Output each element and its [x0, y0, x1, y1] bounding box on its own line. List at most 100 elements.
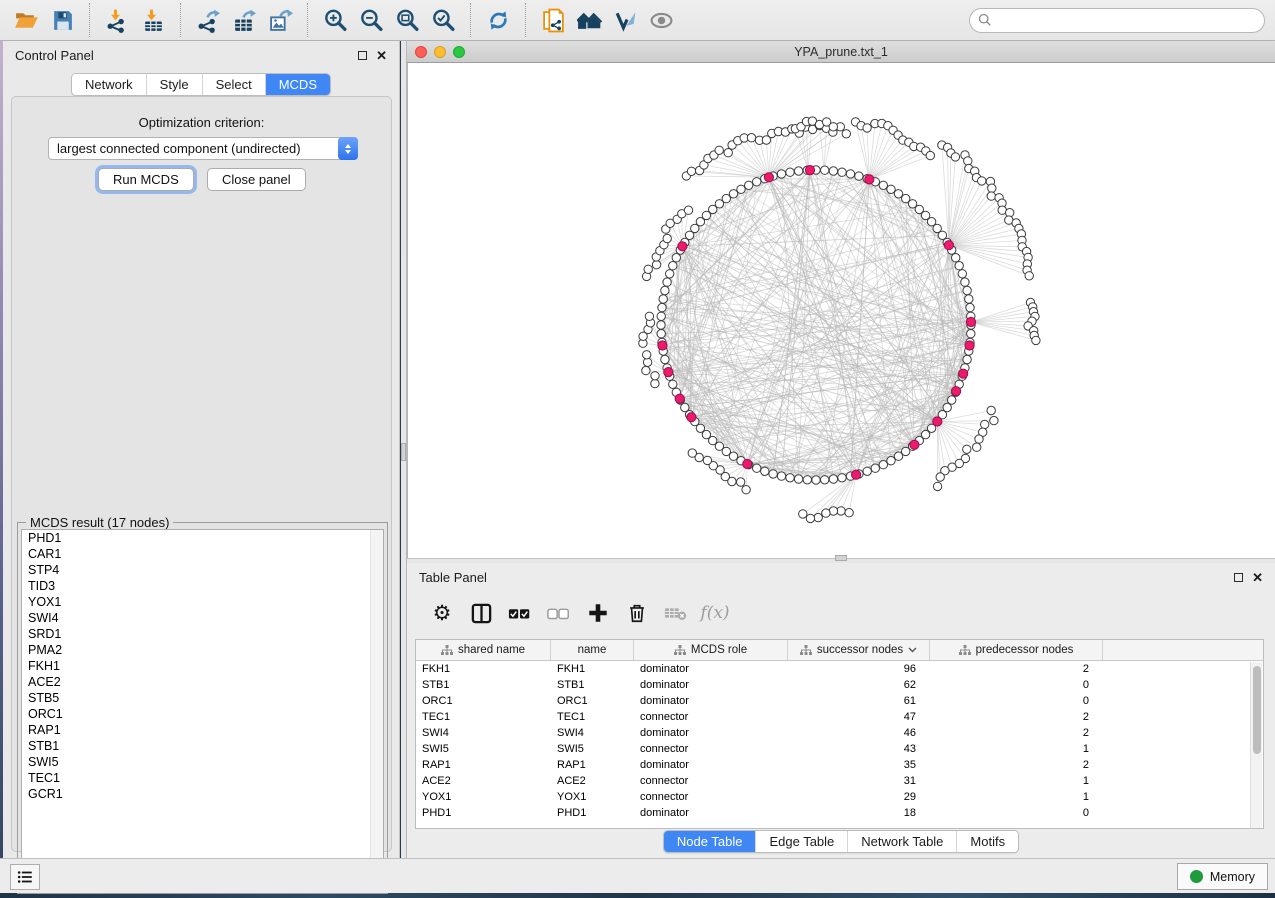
network-canvas[interactable]	[407, 63, 1275, 558]
network-node[interactable]	[964, 157, 972, 165]
node-table[interactable]: shared namenameMCDS rolesuccessor nodesp…	[415, 639, 1264, 829]
cell-name[interactable]: SWI5	[551, 743, 634, 755]
network-node[interactable]	[838, 474, 846, 482]
tab-node-table[interactable]: Node Table	[664, 831, 756, 852]
cell-shared-name[interactable]: TEC1	[416, 711, 551, 723]
network-node[interactable]	[967, 330, 975, 338]
table-row[interactable]: FKH1FKH1dominator962	[416, 661, 1263, 677]
mcds-result-item[interactable]: CAR1	[22, 546, 383, 562]
network-node[interactable]	[652, 261, 660, 269]
network-node[interactable]	[742, 486, 750, 494]
show-panels-button[interactable]	[10, 864, 40, 890]
cell-MCDS-role[interactable]: dominator	[634, 695, 788, 707]
run-mcds-button[interactable]: Run MCDS	[98, 168, 194, 191]
network-node[interactable]	[821, 166, 829, 174]
cell-predecessor-nodes[interactable]: 0	[930, 807, 1103, 819]
network-window-titlebar[interactable]: YPA_prune.txt_1	[407, 41, 1275, 63]
column-header-successor-nodes[interactable]: successor nodes	[788, 640, 930, 660]
cell-MCDS-role[interactable]: connector	[634, 775, 788, 787]
network-node[interactable]	[961, 278, 969, 286]
cell-predecessor-nodes[interactable]: 1	[930, 743, 1103, 755]
network-node[interactable]	[987, 192, 995, 200]
search-field[interactable]	[997, 13, 1256, 27]
mcds-hub-node[interactable]	[865, 175, 874, 184]
network-node[interactable]	[806, 514, 814, 522]
network-node[interactable]	[786, 474, 794, 482]
cell-name[interactable]: RAP1	[551, 759, 634, 771]
network-node[interactable]	[659, 295, 667, 303]
cell-predecessor-nodes[interactable]: 2	[930, 727, 1103, 739]
cell-successor-nodes[interactable]: 35	[788, 759, 930, 771]
network-node[interactable]	[822, 509, 830, 517]
add-column-icon[interactable]	[583, 598, 613, 628]
network-node[interactable]	[829, 475, 837, 483]
cell-predecessor-nodes[interactable]: 0	[930, 695, 1103, 707]
mcds-hub-node[interactable]	[805, 166, 814, 175]
network-node[interactable]	[769, 470, 777, 478]
table-row[interactable]: STB1STB1dominator620	[416, 677, 1263, 693]
network-node[interactable]	[981, 420, 989, 428]
network-node[interactable]	[669, 262, 677, 270]
table-row[interactable]: ORC1ORC1dominator610	[416, 693, 1263, 709]
network-node[interactable]	[663, 234, 671, 242]
table-scrollbar[interactable]	[1250, 662, 1262, 828]
network-node[interactable]	[643, 351, 651, 359]
export-network-icon[interactable]	[193, 5, 223, 35]
network-node[interactable]	[657, 321, 665, 329]
cell-shared-name[interactable]: PHD1	[416, 807, 551, 819]
cell-name[interactable]: SWI4	[551, 727, 634, 739]
cell-name[interactable]: TEC1	[551, 711, 634, 723]
column-header-name[interactable]: name	[551, 640, 634, 660]
network-node[interactable]	[951, 153, 959, 161]
network-node[interactable]	[703, 456, 711, 464]
network-node[interactable]	[952, 254, 960, 262]
network-node[interactable]	[737, 185, 745, 193]
network-node[interactable]	[661, 355, 669, 363]
close-panel-button[interactable]: Close panel	[207, 168, 306, 191]
close-panel-icon[interactable]: ✕	[1252, 571, 1263, 584]
mcds-result-item[interactable]: STB5	[22, 690, 383, 706]
cell-predecessor-nodes[interactable]: 1	[930, 791, 1103, 803]
network-node[interactable]	[663, 278, 671, 286]
network-node[interactable]	[657, 312, 665, 320]
share-document-icon[interactable]	[538, 5, 568, 35]
tab-mcds[interactable]: MCDS	[265, 74, 330, 95]
network-node[interactable]	[965, 295, 973, 303]
table-row[interactable]: ACE2ACE2connector311	[416, 773, 1263, 789]
network-node[interactable]	[1032, 336, 1040, 344]
column-header-MCDS-role[interactable]: MCDS role	[634, 640, 788, 660]
float-panel-icon[interactable]	[1234, 573, 1243, 582]
optimization-select[interactable]: largest connected component (undirected)	[48, 137, 358, 160]
mcds-hub-node[interactable]	[687, 413, 696, 422]
network-node[interactable]	[829, 123, 837, 131]
import-table-icon[interactable]	[138, 5, 168, 35]
mcds-result-item[interactable]: TEC1	[22, 770, 383, 786]
network-node[interactable]	[846, 170, 854, 178]
cell-shared-name[interactable]: FKH1	[416, 663, 551, 675]
tab-motifs[interactable]: Motifs	[956, 831, 1018, 852]
save-session-icon[interactable]	[47, 5, 77, 35]
cell-shared-name[interactable]: ACE2	[416, 775, 551, 787]
table-row[interactable]: RAP1RAP1dominator352	[416, 757, 1263, 773]
network-node[interactable]	[761, 467, 769, 475]
network-node[interactable]	[651, 379, 659, 387]
mcds-result-item[interactable]: SWI4	[22, 610, 383, 626]
network-node[interactable]	[990, 416, 998, 424]
split-columns-icon[interactable]	[466, 598, 496, 628]
cell-name[interactable]: PHD1	[551, 807, 634, 819]
table-row[interactable]: TEC1TEC1connector472	[416, 709, 1263, 725]
zoom-out-icon[interactable]	[356, 5, 386, 35]
network-node[interactable]	[799, 510, 807, 518]
network-node[interactable]	[936, 473, 944, 481]
network-node[interactable]	[753, 178, 761, 186]
network-node[interactable]	[812, 476, 820, 484]
network-node[interactable]	[863, 124, 871, 132]
cell-successor-nodes[interactable]: 61	[788, 695, 930, 707]
network-node[interactable]	[794, 167, 802, 175]
float-panel-icon[interactable]	[358, 51, 367, 60]
network-node[interactable]	[963, 355, 971, 363]
mcds-result-item[interactable]: RAP1	[22, 722, 383, 738]
network-node[interactable]	[803, 476, 811, 484]
memory-button[interactable]: Memory	[1177, 863, 1268, 890]
network-node[interactable]	[669, 380, 677, 388]
